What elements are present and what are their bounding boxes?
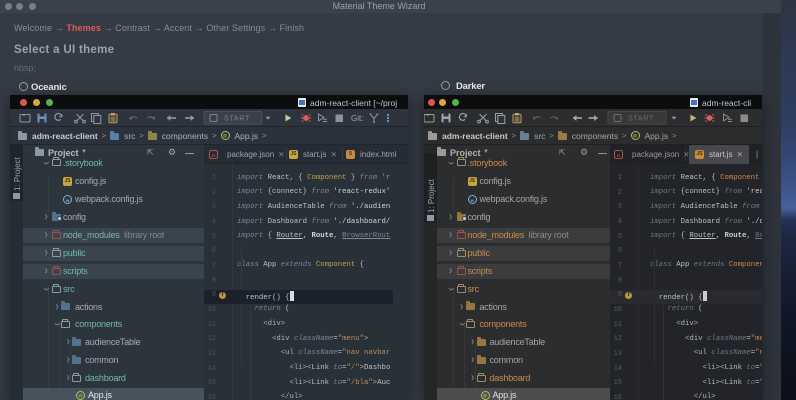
svg-text:START: START	[628, 114, 654, 123]
svg-text:Git:: Git:	[351, 114, 363, 123]
svg-text:START: START	[224, 114, 250, 123]
